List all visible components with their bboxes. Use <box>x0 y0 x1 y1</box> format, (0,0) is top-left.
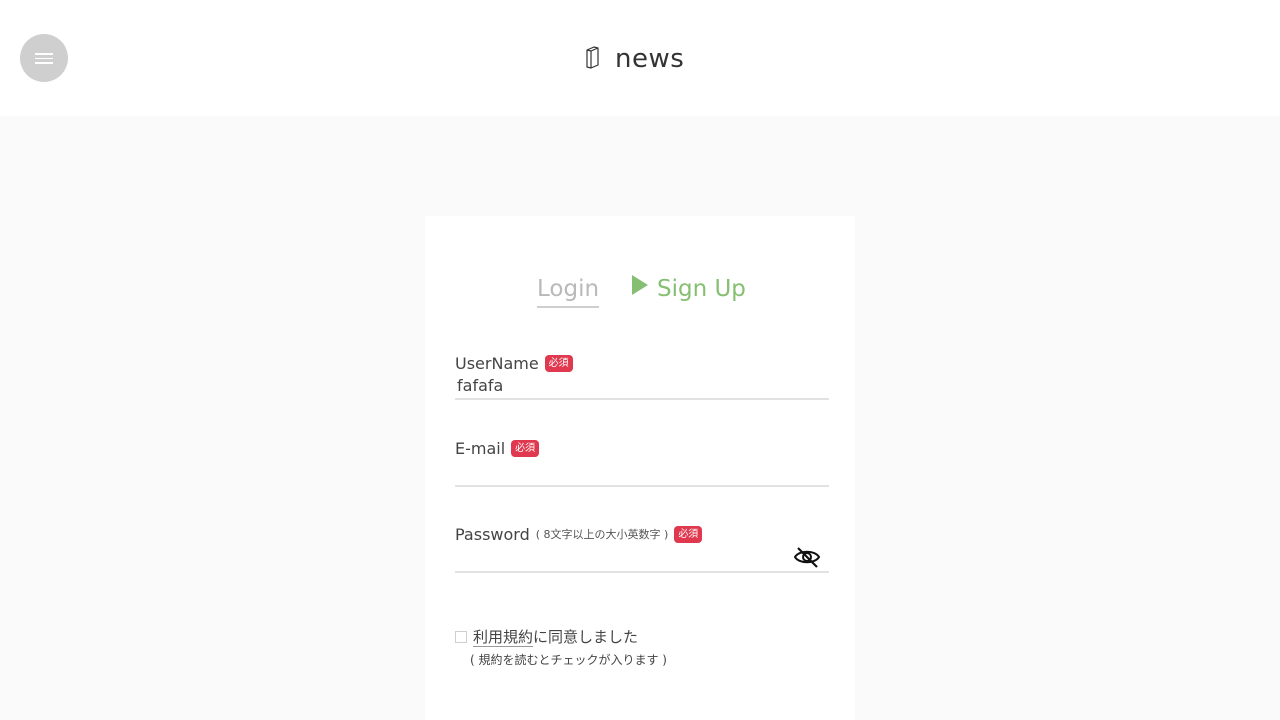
username-input[interactable]: fafafa <box>455 374 829 400</box>
terms-agreement: 利用規約に同意しました ( 規約を読むとチェックが入ります ) <box>455 626 829 668</box>
tab-signup[interactable]: Sign Up <box>631 274 746 304</box>
terms-row: 利用規約に同意しました <box>455 626 829 647</box>
app-header: news <box>0 0 1280 116</box>
terms-text: に同意しました <box>533 628 639 646</box>
password-input[interactable] <box>455 547 829 573</box>
tab-signup-label: Sign Up <box>657 276 746 302</box>
email-label: E-mail <box>455 438 506 458</box>
menu-button[interactable] <box>20 34 68 82</box>
required-badge: 必須 <box>511 439 540 457</box>
signup-card: Login Sign Up UserName 必須 fafafa E-mail … <box>425 216 855 720</box>
password-label-row: Password ( 8文字以上の大小英数字 ) 必須 <box>455 523 829 545</box>
terms-link[interactable]: 利用規約 <box>473 628 534 647</box>
email-field-group: E-mail 必須 <box>455 437 829 487</box>
play-triangle-icon <box>631 274 649 304</box>
brand-title: news <box>615 44 685 74</box>
password-note: ( 8文字以上の大小英数字 ) <box>535 528 669 541</box>
tab-login[interactable]: Login <box>537 274 600 308</box>
terms-checkbox[interactable] <box>455 630 467 643</box>
required-badge: 必須 <box>544 354 573 372</box>
email-label-row: E-mail 必須 <box>455 437 829 459</box>
required-badge: 必須 <box>674 525 703 543</box>
terms-note: ( 規約を読むとチェックが入ります ) <box>470 653 667 667</box>
username-label-row: UserName 必須 <box>455 352 829 374</box>
eye-slash-icon[interactable] <box>793 545 821 569</box>
brand-logo[interactable]: news <box>584 40 684 78</box>
email-input[interactable] <box>455 461 829 487</box>
username-label: UserName <box>455 353 539 373</box>
password-field-group: Password ( 8文字以上の大小英数字 ) 必須 <box>455 523 829 573</box>
password-label: Password <box>455 524 530 544</box>
username-field-group: UserName 必須 fafafa <box>455 352 829 400</box>
book-icon <box>584 45 601 73</box>
auth-tabs: Login Sign Up <box>425 270 855 310</box>
